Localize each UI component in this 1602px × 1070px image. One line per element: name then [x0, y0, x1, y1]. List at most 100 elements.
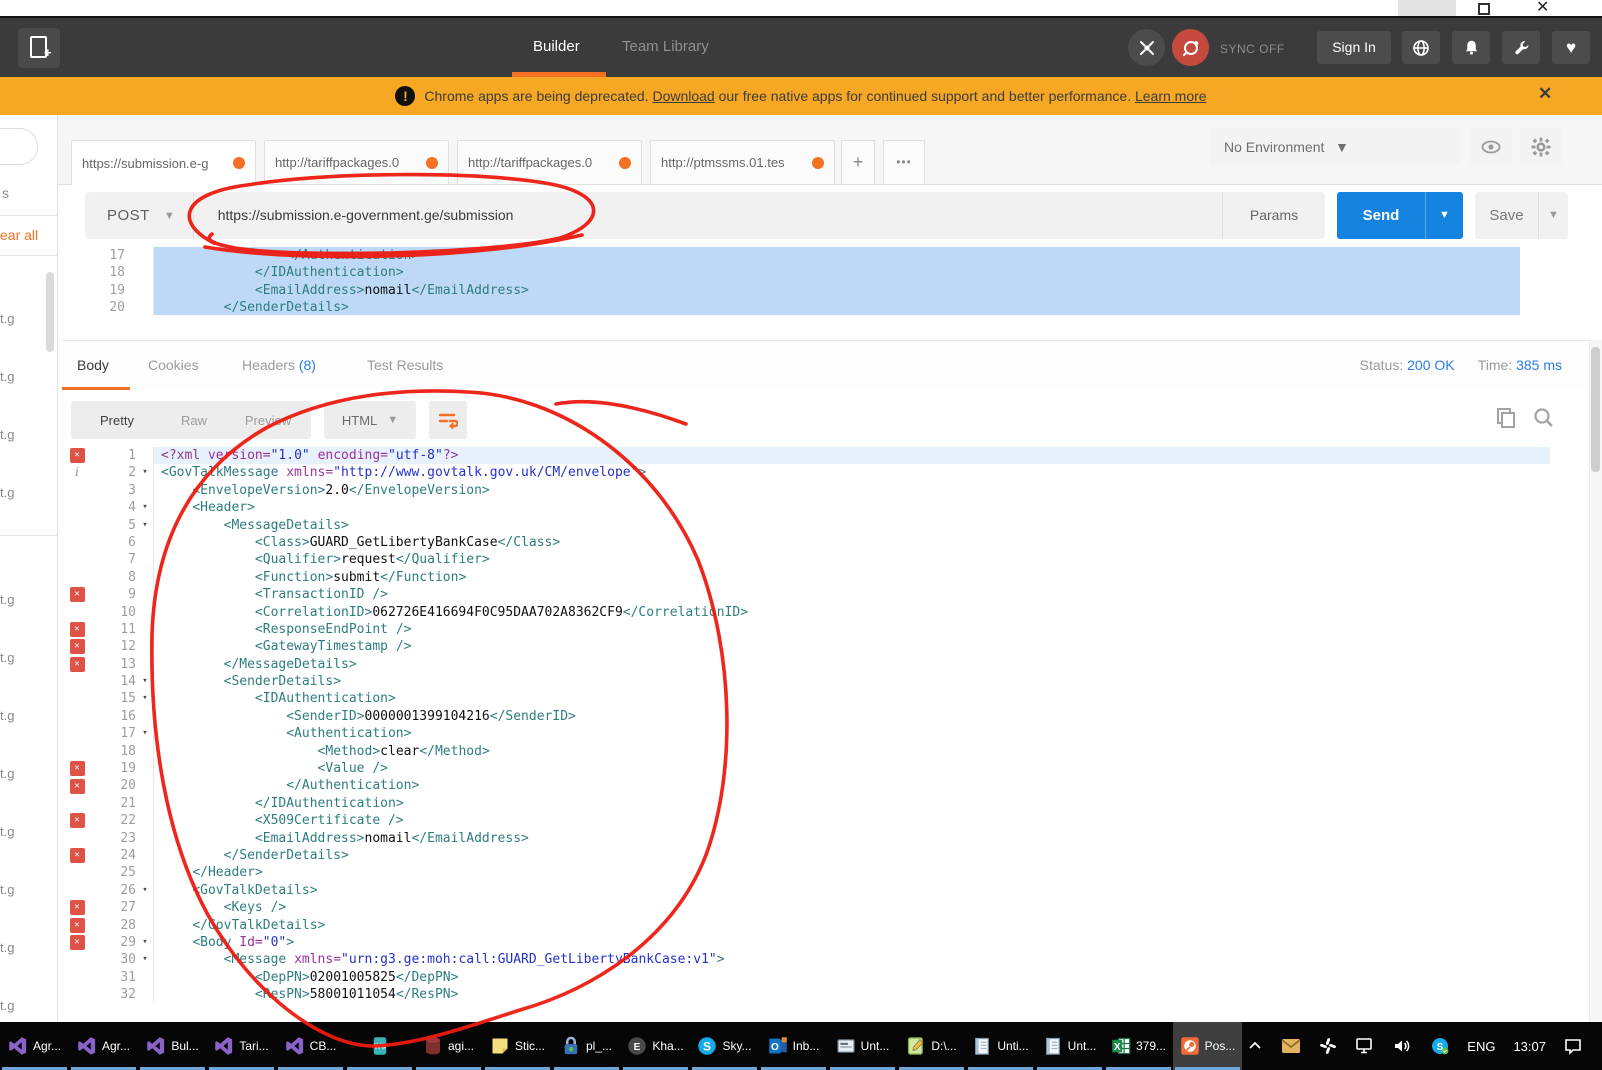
taskbar-item[interactable]: OInb...: [759, 1022, 828, 1070]
network-icon[interactable]: [1355, 1037, 1375, 1055]
add-tab-button[interactable]: +: [841, 140, 875, 185]
history-item[interactable]: t.g: [0, 708, 14, 723]
sign-in-button[interactable]: Sign In: [1317, 31, 1391, 64]
mail-tray-icon[interactable]: [1281, 1038, 1301, 1054]
taskbar-item[interactable]: Bul...: [138, 1022, 207, 1070]
chevron-up-icon[interactable]: [1247, 1038, 1263, 1054]
history-item[interactable]: t.g: [0, 592, 14, 607]
history-item[interactable]: t.g: [0, 882, 14, 897]
sidebar-scrollbar-thumb[interactable]: [46, 272, 54, 352]
taskbar-item[interactable]: D:\...: [897, 1022, 966, 1070]
community-button[interactable]: [1402, 31, 1440, 64]
banner-close-button[interactable]: ✕: [1538, 84, 1552, 104]
request-body-editor[interactable]: 17 </Authentication>18 </IDAuthenticatio…: [62, 247, 1520, 315]
fold-arrow-icon[interactable]: ▾: [136, 673, 154, 690]
method-select[interactable]: POST: [85, 207, 150, 224]
fold-arrow-icon[interactable]: ▾: [136, 951, 154, 968]
taskbar-item[interactable]: CB...: [276, 1022, 345, 1070]
taskbar-item[interactable]: Agr...: [69, 1022, 138, 1070]
save-button[interactable]: Save ▼: [1475, 192, 1568, 239]
copy-response-button[interactable]: [1494, 406, 1518, 430]
response-tab-headers[interactable]: Headers (8): [242, 357, 316, 373]
fold-arrow-icon[interactable]: ▾: [136, 464, 154, 481]
search-response-button[interactable]: [1532, 406, 1556, 430]
url-input[interactable]: https://submission.e-government.ge/submi…: [193, 192, 1222, 239]
gutter-marker-empty: [62, 551, 92, 568]
skype-tray-icon[interactable]: S: [1431, 1037, 1449, 1055]
history-item[interactable]: t.g: [0, 940, 14, 955]
taskbar-item[interactable]: Unt...: [828, 1022, 897, 1070]
sync-button[interactable]: [1172, 29, 1209, 66]
more-tabs-button[interactable]: •••: [883, 140, 925, 185]
request-tab[interactable]: http://tariffpackages.0: [457, 140, 642, 185]
history-item[interactable]: t.g: [0, 311, 14, 326]
taskbar-item[interactable]: SSky...: [690, 1022, 759, 1070]
response-tab-test-results[interactable]: Test Results: [367, 357, 443, 373]
taskbar-item[interactable]: EKha...: [621, 1022, 690, 1070]
clear-all-link[interactable]: ear all: [0, 227, 38, 243]
response-body-code[interactable]: ✕1<?xml version="1.0" encoding="utf-8"?>…: [62, 443, 1550, 1022]
word-wrap-button[interactable]: [429, 401, 467, 439]
request-tab[interactable]: http://tariffpackages.0: [264, 140, 449, 185]
main-scrollbar-thumb[interactable]: [1591, 347, 1600, 472]
view-preview-button[interactable]: Preview: [225, 413, 311, 428]
window-close-button[interactable]: ✕: [1536, 0, 1549, 17]
favorites-button[interactable]: ♥: [1552, 31, 1590, 64]
send-options-chevron[interactable]: ▼: [1425, 192, 1463, 239]
environment-select[interactable]: No Environment ▼: [1210, 128, 1460, 165]
fold-arrow-icon[interactable]: ▾: [136, 499, 154, 516]
taskbar-item[interactable]: Tari...: [207, 1022, 276, 1070]
window-minimize-button[interactable]: [1398, 0, 1456, 16]
fold-arrow-icon[interactable]: ▾: [136, 725, 154, 742]
view-pretty-button[interactable]: Pretty: [71, 413, 163, 428]
taskbar-item[interactable]: Stic...: [483, 1022, 552, 1070]
line-number: 5: [92, 517, 136, 534]
history-item[interactable]: t.g: [0, 427, 14, 442]
slack-icon[interactable]: [1319, 1037, 1337, 1055]
fold-arrow-icon[interactable]: ▾: [136, 690, 154, 707]
send-button[interactable]: Send ▼: [1337, 192, 1463, 239]
view-raw-button[interactable]: Raw: [163, 413, 225, 428]
interceptor-button[interactable]: [1128, 29, 1165, 66]
params-button[interactable]: Params: [1222, 192, 1325, 239]
taskbar-item[interactable]: Unti...: [966, 1022, 1035, 1070]
fold-arrow-icon[interactable]: ▾: [136, 882, 154, 899]
history-item[interactable]: t.g: [0, 766, 14, 781]
taskbar-item[interactable]: WS: [345, 1022, 414, 1070]
gutter: 17▾: [62, 725, 154, 742]
history-item[interactable]: t.g: [0, 824, 14, 839]
format-select[interactable]: HTML ▼: [324, 401, 416, 439]
history-item[interactable]: t.g: [0, 998, 14, 1013]
tab-team-library[interactable]: Team Library: [622, 38, 709, 55]
notifications-button[interactable]: [1452, 31, 1490, 64]
tab-builder[interactable]: Builder: [533, 38, 580, 55]
taskbar-item[interactable]: Pos...: [1173, 1022, 1242, 1070]
environment-preview-button[interactable]: [1470, 128, 1512, 165]
action-center-icon[interactable]: [1564, 1037, 1582, 1055]
taskbar-item[interactable]: pl_...: [552, 1022, 621, 1070]
history-item[interactable]: t.g: [0, 485, 14, 500]
history-item[interactable]: t.g: [0, 369, 14, 384]
settings-button[interactable]: [1502, 31, 1540, 64]
history-item[interactable]: t.g: [0, 650, 14, 665]
settings-gear-button[interactable]: [1520, 128, 1562, 165]
download-link[interactable]: Download: [652, 88, 714, 104]
language-indicator[interactable]: ENG: [1467, 1039, 1495, 1054]
window-maximize-button[interactable]: [1478, 3, 1490, 15]
taskbar-item[interactable]: X379...: [1104, 1022, 1173, 1070]
response-tab-body[interactable]: Body: [77, 357, 109, 373]
taskbar-item[interactable]: Agr...: [0, 1022, 69, 1070]
volume-icon[interactable]: [1393, 1037, 1413, 1055]
learn-more-link[interactable]: Learn more: [1135, 88, 1207, 104]
new-tab-button[interactable]: +: [18, 28, 60, 68]
fold-arrow-icon[interactable]: ▾: [136, 517, 154, 534]
response-tab-cookies[interactable]: Cookies: [148, 357, 199, 373]
taskbar-item[interactable]: Unt...: [1035, 1022, 1104, 1070]
request-tab[interactable]: http://ptmssms.01.tes: [650, 140, 835, 185]
save-options-chevron[interactable]: ▼: [1538, 192, 1568, 239]
request-tab[interactable]: https://submission.e-g: [71, 140, 256, 186]
taskbar-item[interactable]: agi...: [414, 1022, 483, 1070]
sidebar-search-box[interactable]: [0, 128, 38, 165]
clock[interactable]: 13:07: [1513, 1039, 1546, 1054]
fold-arrow-icon[interactable]: ▾: [136, 934, 154, 951]
